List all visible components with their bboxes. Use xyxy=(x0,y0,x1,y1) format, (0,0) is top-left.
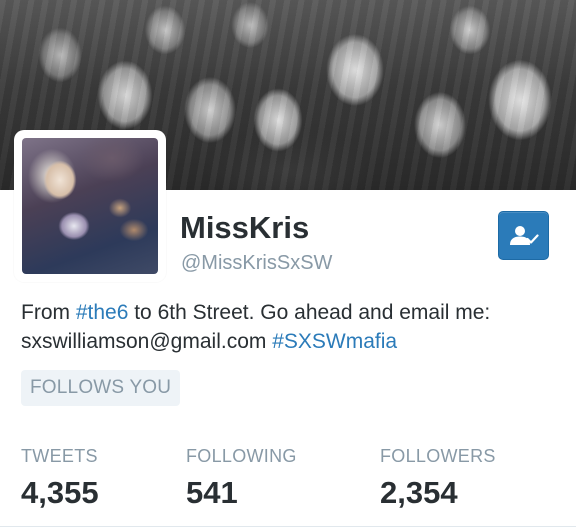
stat-followers-label: FOLLOWERS xyxy=(380,446,496,466)
stat-followers[interactable]: FOLLOWERS 2,354 xyxy=(380,446,496,511)
hashtag-link-sxswmafia[interactable]: #SXSWmafia xyxy=(272,330,397,353)
stat-tweets-value: 4,355 xyxy=(21,475,99,510)
bio-text-1: From xyxy=(21,301,76,324)
profile-avatar[interactable] xyxy=(14,130,166,282)
profile-name[interactable]: MissKris xyxy=(180,210,309,246)
stat-following-value: 541 xyxy=(186,475,238,510)
profile-card: MissKris @MissKrisSxSW From #the6 to 6th… xyxy=(0,0,576,527)
following-button[interactable] xyxy=(498,211,549,260)
profile-bio: From #the6 to 6th Street. Go ahead and e… xyxy=(21,298,561,356)
stat-following-label: FOLLOWING xyxy=(186,446,297,466)
stat-following[interactable]: FOLLOWING 541 xyxy=(186,446,297,511)
stat-tweets[interactable]: TWEETS 4,355 xyxy=(21,446,99,511)
stat-tweets-label: TWEETS xyxy=(21,446,98,466)
avatar-image xyxy=(22,138,158,274)
follows-you-badge: FOLLOWS YOU xyxy=(21,370,181,406)
stat-followers-value: 2,354 xyxy=(380,475,458,510)
user-check-icon xyxy=(509,225,539,245)
profile-handle[interactable]: @MissKrisSxSW xyxy=(181,252,332,275)
hashtag-link-the6[interactable]: #the6 xyxy=(76,301,129,324)
